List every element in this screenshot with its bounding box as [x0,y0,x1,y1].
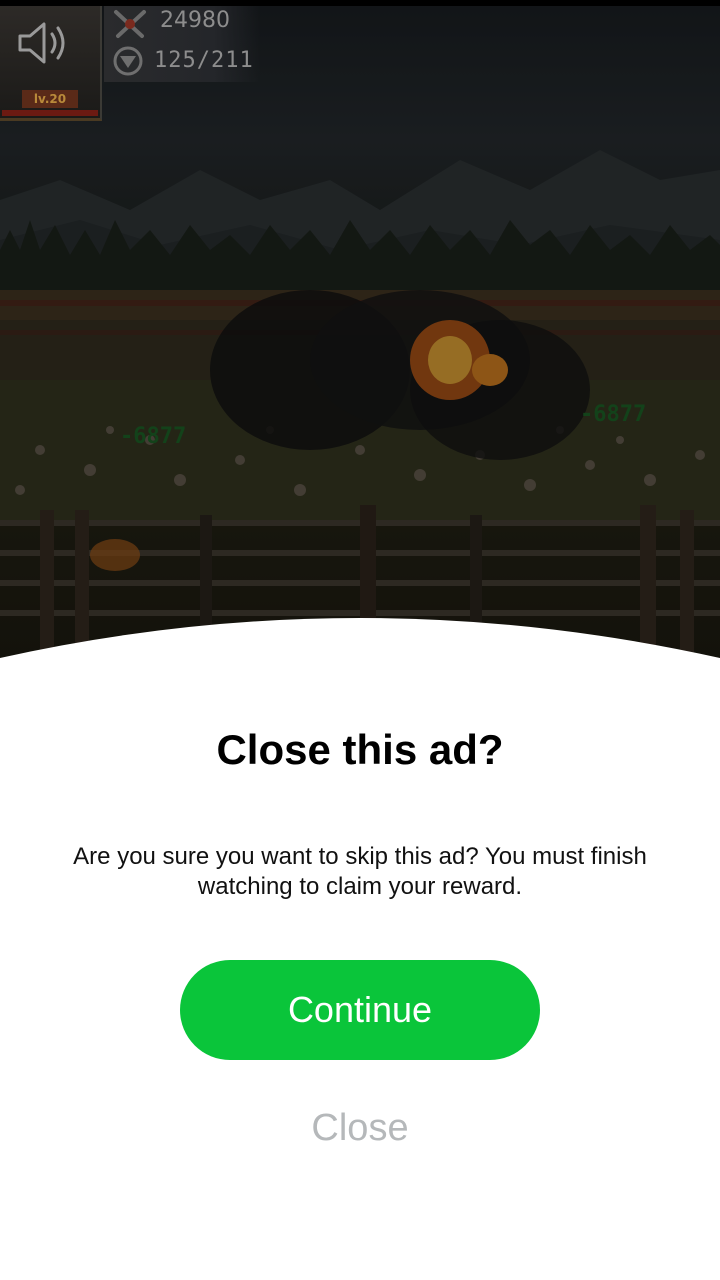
hero-level: lv.20 [22,90,78,108]
sound-icon[interactable] [14,18,70,68]
ad-video-frame: -6877 -6877 lv.20 24980 125/211 [0,0,720,700]
hero-health-bar [2,110,98,116]
dim-overlay [0,0,720,700]
dialog-sheet-background [0,618,720,1280]
dialog-sheet [0,618,720,1280]
dialog-message: Are you sure you want to skip this ad? Y… [73,843,647,900]
troop-count: 125/211 [154,48,254,73]
close-button[interactable]: Close [260,1100,460,1156]
ad-close-confirmation-screen: -6877 -6877 lv.20 24980 125/211 Close th… [0,0,720,1280]
score-value: 24980 [160,8,230,33]
rank-badge-icon [113,46,143,76]
swords-icon [114,10,146,38]
continue-button[interactable]: Continue [180,960,540,1060]
dialog-title: Close this ad? [216,726,504,773]
